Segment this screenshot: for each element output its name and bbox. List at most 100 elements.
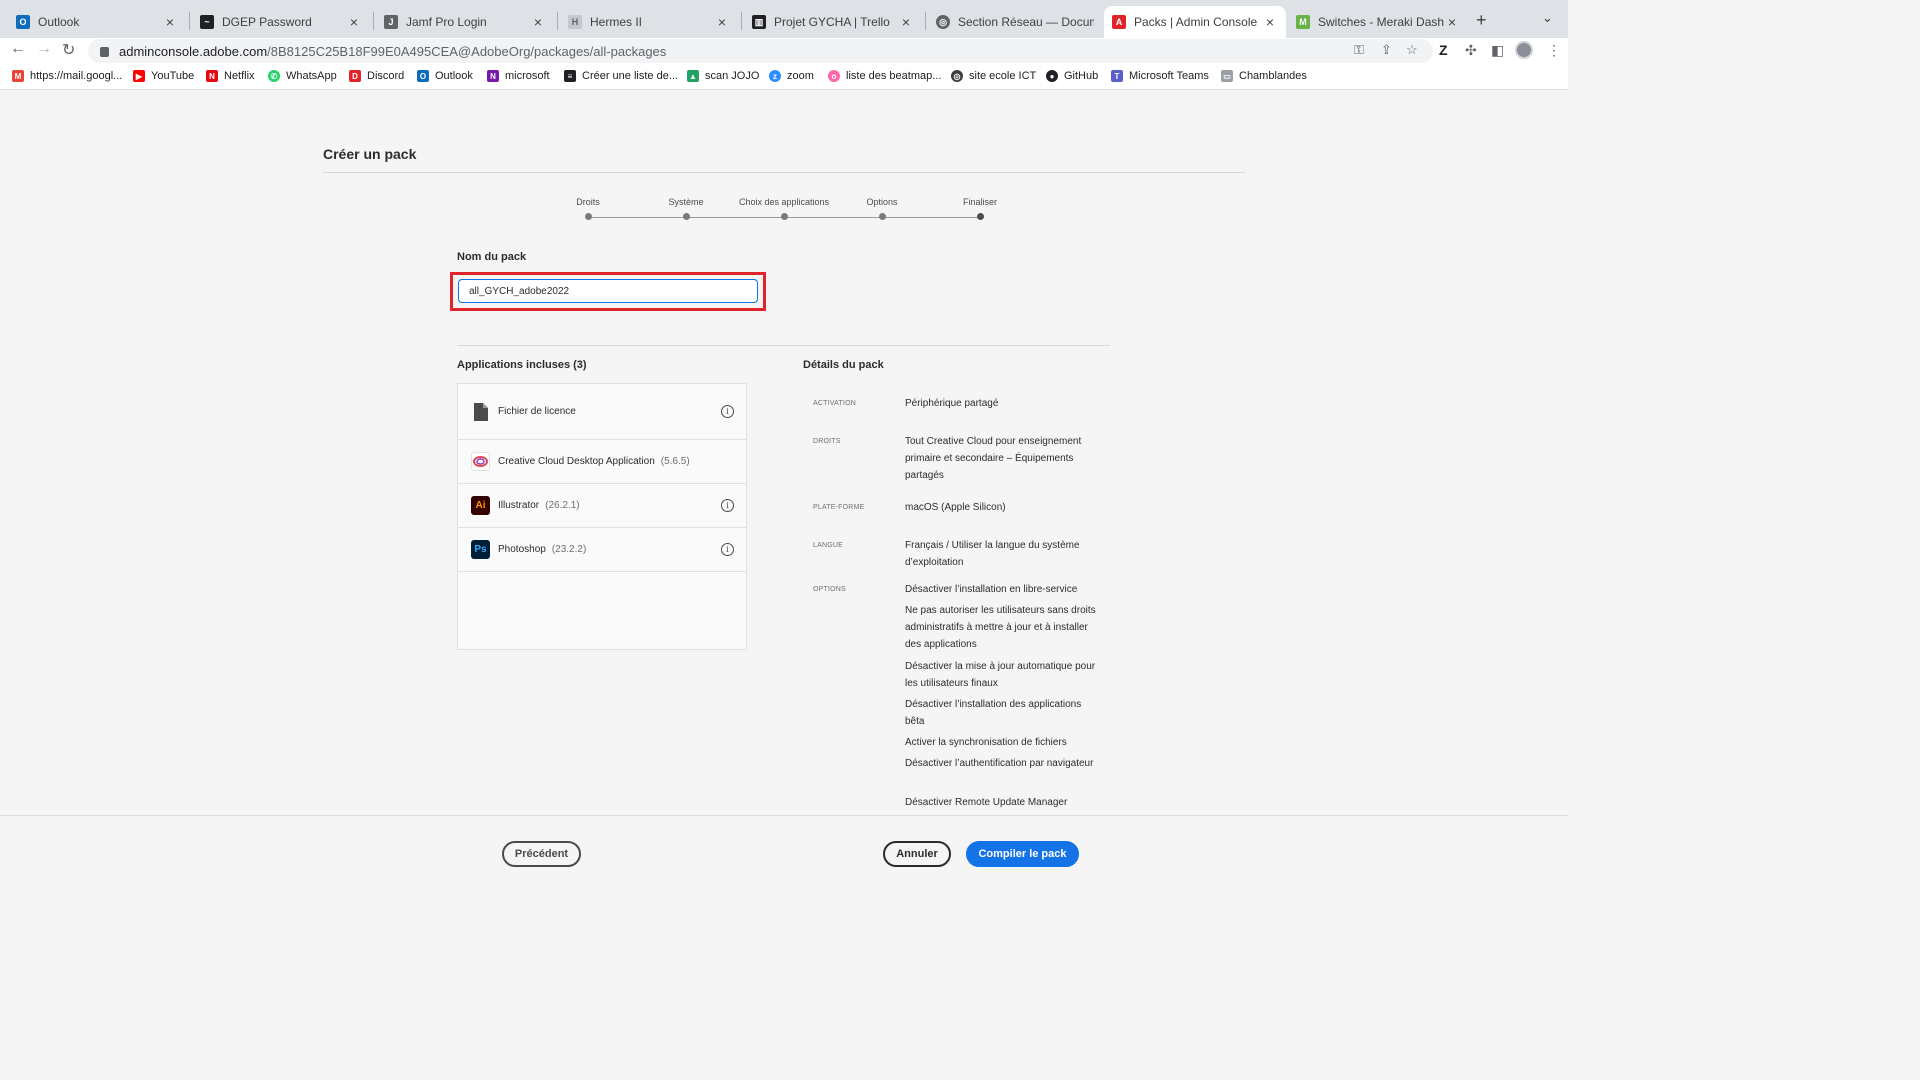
close-icon[interactable]: × — [346, 14, 362, 30]
detail-key-options: OPTIONS — [813, 586, 846, 593]
bookmark-scan-jojo[interactable]: ▲ scan JOJO — [687, 70, 759, 82]
tab-admin-console[interactable]: A Packs | Admin Console × — [1104, 6, 1286, 38]
bookmark-label: Outlook — [435, 70, 473, 82]
detail-option: Désactiver l’installation en libre-servi… — [905, 584, 1078, 595]
bookmark-netflix[interactable]: N Netflix — [206, 70, 255, 82]
gmail-icon: M — [12, 70, 24, 82]
menu-icon[interactable]: ⋮ — [1547, 42, 1561, 59]
detail-option: Désactiver l’installation des applicatio… — [905, 699, 1082, 727]
back-icon[interactable]: ← — [10, 40, 26, 58]
tab-label: DGEP Password — [222, 15, 312, 29]
share-icon[interactable]: ⇪ — [1381, 42, 1392, 58]
youtube-icon: ▶ — [133, 70, 145, 82]
bookmark-github[interactable]: ● GitHub — [1046, 70, 1098, 82]
bookmarks-bar: Mhttps://mail.googl... ▶ YouTube N Netflix… — [0, 64, 1568, 90]
lock-icon — [100, 47, 109, 57]
step-label: Choix des applications — [738, 197, 830, 207]
bookmark-beatmaps[interactable]: o liste des beatmap... — [828, 70, 941, 82]
step-systeme: Système — [636, 197, 736, 220]
detail-option: Désactiver la mise à jour automatique po… — [905, 661, 1096, 689]
zotero-icon[interactable]: Z — [1439, 42, 1448, 58]
globe-icon: ◎ — [936, 15, 950, 29]
tab-divider — [373, 12, 374, 30]
close-icon[interactable]: × — [1262, 14, 1278, 30]
package-name-input[interactable] — [458, 279, 758, 303]
osu-icon: o — [828, 70, 840, 82]
tab-outlook[interactable]: O Outlook × — [8, 6, 186, 38]
build-package-button[interactable]: Compiler le pack — [966, 841, 1079, 867]
bookmark-label: Chamblandes — [1239, 70, 1307, 82]
bookmark-chamblandes[interactable]: ▭ Chamblandes — [1221, 70, 1307, 82]
tab-label: Outlook — [38, 15, 80, 29]
key-icon[interactable]: ⚿ — [1354, 42, 1364, 58]
bookmark-label: site ecole ICT — [969, 70, 1037, 82]
new-tab-icon[interactable]: + — [1476, 10, 1487, 31]
detail-value-langue: Français / Utiliser la langue du système… — [905, 540, 1080, 568]
extensions-icon[interactable]: ✣ — [1465, 42, 1477, 59]
step-dot — [878, 213, 886, 220]
list-icon: ≡ — [564, 70, 576, 82]
avatar[interactable] — [1515, 41, 1533, 59]
onenote-icon: N — [487, 70, 499, 82]
bookmark-site-ecole[interactable]: ◎ site ecole ICT — [951, 70, 1036, 82]
tab-jamf-pro-login[interactable]: J Jamf Pro Login × — [376, 6, 554, 38]
bookmark-outlook[interactable]: O Outlook — [417, 70, 473, 82]
tab-search-icon[interactable]: ⌄ — [1542, 10, 1553, 26]
bookmark-label: Netflix — [224, 70, 255, 82]
detail-value-plateforme: macOS (Apple Silicon) — [905, 502, 1006, 513]
step-label: Droits — [576, 197, 600, 207]
previous-button[interactable]: Précédent — [502, 841, 581, 867]
divider — [457, 345, 1110, 346]
bookmark-label: Discord — [367, 70, 405, 82]
tab-trello[interactable]: ▥ Projet GYCHA | Trello × — [744, 6, 922, 38]
bookmark-microsoft[interactable]: Nmicrosoft — [487, 70, 550, 82]
forward-icon[interactable]: → — [36, 40, 52, 58]
photoshop-icon: Ps — [471, 540, 490, 559]
trello-icon: ▥ — [752, 15, 766, 29]
included-apps-heading: Applications incluses (3) — [457, 359, 587, 371]
close-icon[interactable]: × — [1444, 14, 1460, 30]
tab-divider — [557, 12, 558, 30]
pulse-icon: ~ — [200, 15, 214, 29]
create-package-page: Créer un pack Droits Système Choix des a… — [0, 91, 1568, 815]
package-name-label: Nom du pack — [457, 251, 527, 263]
bookmark-discord[interactable]: D Discord — [349, 70, 404, 82]
whatsapp-icon: ✆ — [268, 70, 280, 82]
info-icon[interactable]: i — [721, 405, 734, 418]
info-icon[interactable]: i — [721, 543, 734, 556]
bookmark-youtube[interactable]: ▶ YouTube — [133, 70, 194, 82]
bookmark-gmail[interactable]: Mhttps://mail.googl... — [12, 70, 122, 82]
close-icon[interactable]: × — [530, 14, 546, 30]
zoom-icon: z — [769, 70, 781, 82]
step-dot — [780, 213, 788, 220]
netflix-icon: N — [206, 70, 218, 82]
address-bar[interactable]: adminconsole.adobe.com/8B8125C25B18F99E0… — [88, 39, 1433, 63]
bookmark-teams[interactable]: T Microsoft Teams — [1111, 70, 1209, 82]
bookmark-creer-liste[interactable]: ≡ Créer une liste de... — [564, 70, 678, 82]
wizard-footer: Précédent Annuler Compiler le pack — [0, 815, 1568, 882]
bookmark-label: GitHub — [1064, 70, 1099, 82]
side-panel-icon[interactable]: ◧ — [1491, 42, 1504, 59]
tab-hermes[interactable]: H Hermes II × — [560, 6, 738, 38]
hermes-icon: H — [568, 15, 582, 29]
list-item-creative-cloud: Creative Cloud Desktop Application (5.6.… — [458, 440, 746, 484]
cancel-button[interactable]: Annuler — [883, 841, 951, 867]
wizard-stepper: Droits Système Choix des applications Op… — [560, 197, 1010, 227]
close-icon[interactable]: × — [714, 14, 730, 30]
star-icon[interactable]: ☆ — [1406, 42, 1418, 58]
bookmark-whatsapp[interactable]: ✆ WhatsApp — [268, 70, 337, 82]
close-icon[interactable]: × — [162, 14, 178, 30]
tab-dgep-password[interactable]: ~ DGEP Password × — [192, 6, 370, 38]
reload-icon[interactable]: ↻ — [62, 40, 75, 60]
package-details-heading: Détails du pack — [803, 359, 884, 371]
detail-key-droits: DROITS — [813, 438, 841, 445]
browser-tab-strip: O Outlook × ~ DGEP Password × J Jamf Pro… — [0, 0, 1568, 38]
tab-label: Section Réseau — Documen — [958, 15, 1094, 29]
close-icon[interactable]: × — [898, 14, 914, 30]
bookmark-zoom[interactable]: z zoom — [769, 70, 814, 82]
tab-section-reseau[interactable]: ◎ Section Réseau — Documen — [928, 6, 1102, 38]
tab-meraki[interactable]: M Switches - Meraki Dashboa × — [1288, 6, 1468, 38]
included-apps-list: Fichier de licence i Creative Cloud Desk… — [457, 383, 747, 650]
info-icon[interactable]: i — [721, 499, 734, 512]
app-name: Illustrator — [498, 500, 540, 511]
